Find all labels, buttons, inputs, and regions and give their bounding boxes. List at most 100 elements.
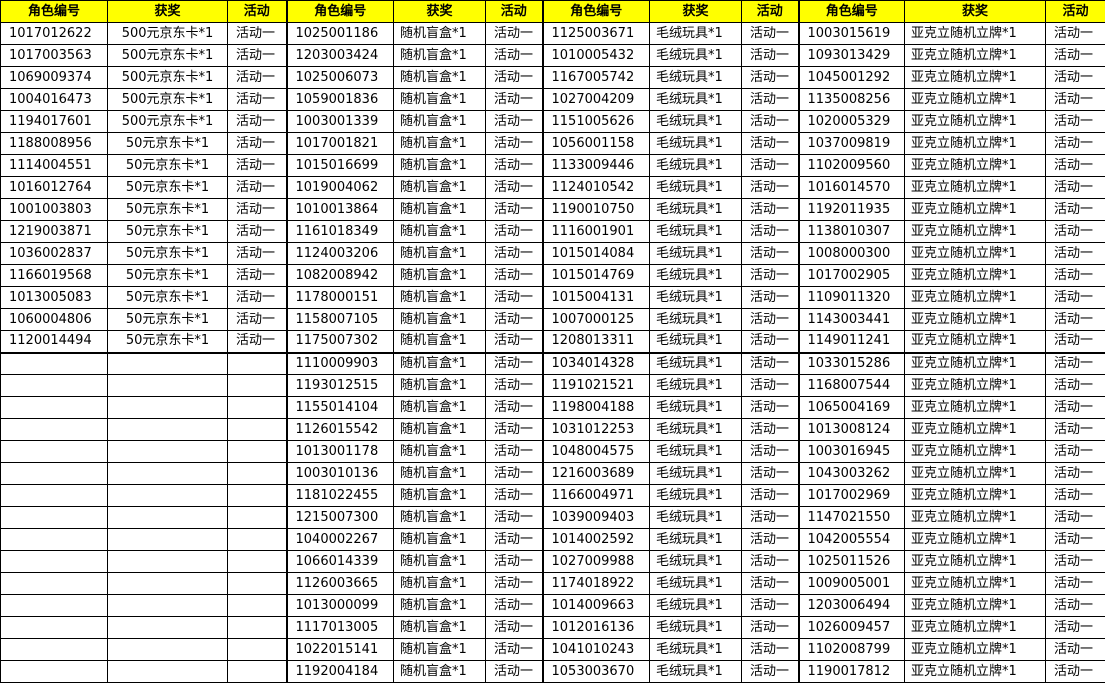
- empty-cell: [0, 462, 108, 485]
- prize-cell: 毛绒玩具*1: [649, 264, 742, 287]
- role-id-cell: 1192011935: [797, 198, 905, 221]
- activity-cell: 活动一: [227, 198, 287, 221]
- empty-cell: [227, 572, 287, 595]
- role-id-cell: 1015004131: [541, 286, 650, 309]
- role-id-cell: 1009005001: [797, 572, 905, 595]
- empty-cell: [0, 572, 108, 595]
- empty-cell: [107, 351, 228, 375]
- table-row: 1126003665 随机盲盒*1 活动一 1174018922 毛绒玩具*1 活动一 10…: [0, 572, 1105, 595]
- role-id-cell: 1166019568: [0, 264, 108, 287]
- activity-cell: 活动一: [1045, 22, 1105, 45]
- activity-cell: 活动一: [227, 44, 287, 67]
- activity-cell: 活动一: [485, 396, 543, 419]
- activity-cell: 活动一: [1045, 176, 1105, 199]
- activity-cell: 活动一: [741, 660, 799, 683]
- activity-cell: 活动一: [1045, 616, 1105, 639]
- prize-cell: 毛绒玩具*1: [649, 132, 742, 155]
- role-id-cell: 1151005626: [541, 110, 650, 133]
- prize-cell: 随机盲盒*1: [393, 528, 486, 551]
- empty-cell: [227, 440, 287, 463]
- prize-cell: 亚克立随机立牌*1: [904, 351, 1046, 375]
- role-id-cell: 1168007544: [797, 374, 905, 397]
- empty-cell: [227, 638, 287, 661]
- role-id-cell: 1037009819: [797, 132, 905, 155]
- table-row: 1194017601 500元京东卡*1 活动一 1003001339 随机盲盒*1 活动…: [0, 110, 1105, 133]
- role-id-cell: 1017002969: [797, 484, 905, 507]
- prize-cell: 亚克立随机立牌*1: [904, 176, 1046, 199]
- header-row: 角色编号 获奖 活动 角色编号 获奖 活动 角色编号 获奖 活动 角色编号 获奖…: [0, 0, 1105, 23]
- activity-cell: 活动一: [741, 242, 799, 265]
- role-id-cell: 1025006073: [285, 66, 394, 89]
- header-prize: 获奖: [649, 0, 742, 23]
- empty-cell: [107, 484, 228, 507]
- prize-cell: 毛绒玩具*1: [649, 286, 742, 309]
- empty-cell: [107, 528, 228, 551]
- prize-cell: 随机盲盒*1: [393, 396, 486, 419]
- activity-cell: 活动一: [1045, 66, 1105, 89]
- prize-cell: 毛绒玩具*1: [649, 660, 742, 683]
- empty-cell: [227, 484, 287, 507]
- activity-cell: 活动一: [1045, 374, 1105, 397]
- role-id-cell: 1025011526: [797, 550, 905, 573]
- activity-cell: 活动一: [741, 374, 799, 397]
- activity-cell: 活动一: [741, 264, 799, 287]
- prize-cell: 亚克立随机立牌*1: [904, 66, 1046, 89]
- activity-cell: 活动一: [485, 264, 543, 287]
- empty-cell: [227, 374, 287, 397]
- empty-cell: [227, 462, 287, 485]
- role-id-cell: 1003015619: [797, 22, 905, 45]
- activity-cell: 活动一: [1045, 506, 1105, 529]
- activity-cell: 活动一: [1045, 351, 1105, 375]
- prize-cell: 随机盲盒*1: [393, 176, 486, 199]
- activity-cell: 活动一: [485, 594, 543, 617]
- table-row: 1181022455 随机盲盒*1 活动一 1166004971 毛绒玩具*1 活动一 10…: [0, 484, 1105, 507]
- prize-cell: 亚克立随机立牌*1: [904, 44, 1046, 67]
- prize-cell: 随机盲盒*1: [393, 440, 486, 463]
- prize-cell: 亚克立随机立牌*1: [904, 132, 1046, 155]
- role-id-cell: 1031012253: [541, 418, 650, 441]
- role-id-cell: 1126015542: [285, 418, 394, 441]
- prize-cell: 毛绒玩具*1: [649, 44, 742, 67]
- activity-cell: 活动一: [741, 330, 799, 353]
- activity-cell: 活动一: [485, 440, 543, 463]
- role-id-cell: 1166004971: [541, 484, 650, 507]
- winners-table: 角色编号 获奖 活动 角色编号 获奖 活动 角色编号 获奖 活动 角色编号 获奖…: [0, 0, 1105, 683]
- role-id-cell: 1003010136: [285, 462, 394, 485]
- role-id-cell: 1060004806: [0, 308, 108, 331]
- role-id-cell: 1120014494: [0, 330, 108, 353]
- table-row: 1040002267 随机盲盒*1 活动一 1014002592 毛绒玩具*1 活动一 10…: [0, 528, 1105, 551]
- empty-cell: [227, 550, 287, 573]
- prize-cell: 毛绒玩具*1: [649, 572, 742, 595]
- role-id-cell: 1110009903: [285, 351, 394, 375]
- role-id-cell: 1004016473: [0, 88, 108, 111]
- prize-cell: 毛绒玩具*1: [649, 308, 742, 331]
- prize-cell: 亚克立随机立牌*1: [904, 198, 1046, 221]
- activity-cell: 活动一: [741, 616, 799, 639]
- role-id-cell: 1126003665: [285, 572, 394, 595]
- table-row: 1188008956 50元京东卡*1 活动一 1017001821 随机盲盒*1 活动一…: [0, 132, 1105, 155]
- prize-cell: 随机盲盒*1: [393, 264, 486, 287]
- empty-cell: [107, 374, 228, 397]
- prize-cell: 毛绒玩具*1: [649, 66, 742, 89]
- header-role-id: 角色编号: [797, 0, 905, 23]
- activity-cell: 活动一: [485, 484, 543, 507]
- prize-cell: 50元京东卡*1: [107, 286, 228, 309]
- role-id-cell: 1194017601: [0, 110, 108, 133]
- table-row: 1060004806 50元京东卡*1 活动一 1158007105 随机盲盒*1 活动一…: [0, 308, 1105, 331]
- empty-cell: [0, 351, 108, 375]
- prize-cell: 亚克立随机立牌*1: [904, 528, 1046, 551]
- empty-cell: [227, 351, 287, 375]
- activity-cell: 活动一: [741, 110, 799, 133]
- empty-cell: [107, 616, 228, 639]
- role-id-cell: 1013001178: [285, 440, 394, 463]
- activity-cell: 活动一: [485, 308, 543, 331]
- role-id-cell: 1027009988: [541, 550, 650, 573]
- role-id-cell: 1003001339: [285, 110, 394, 133]
- prize-cell: 毛绒玩具*1: [649, 550, 742, 573]
- role-id-cell: 1219003871: [0, 220, 108, 243]
- role-id-cell: 1003016945: [797, 440, 905, 463]
- activity-cell: 活动一: [1045, 550, 1105, 573]
- activity-cell: 活动一: [485, 506, 543, 529]
- prize-cell: 500元京东卡*1: [107, 22, 228, 45]
- activity-cell: 活动一: [1045, 308, 1105, 331]
